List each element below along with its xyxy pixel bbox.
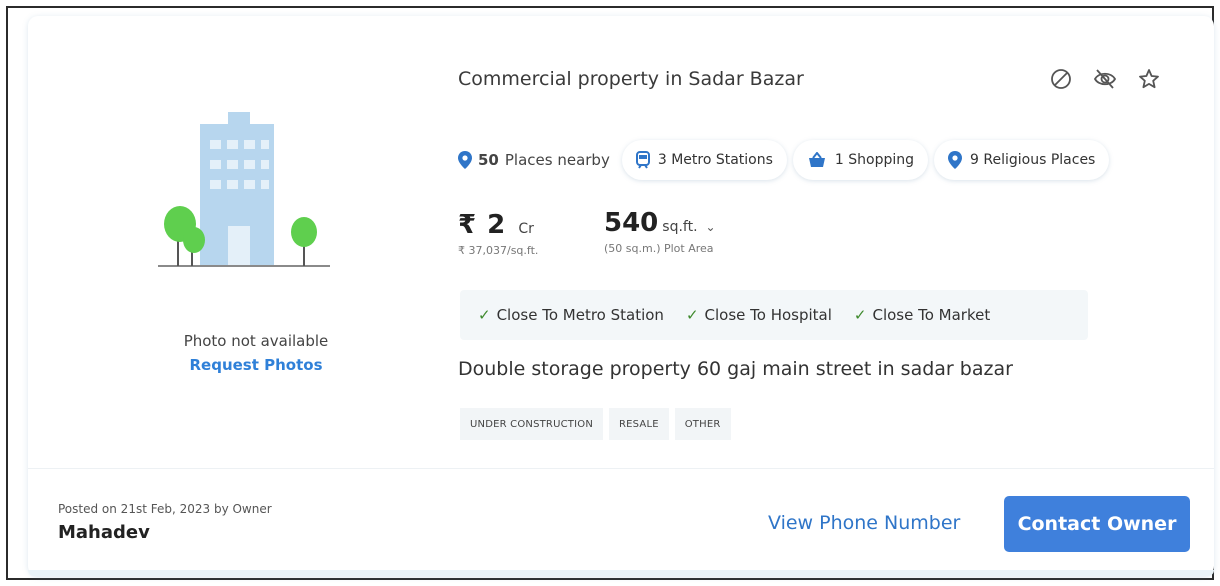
hide-icon[interactable] <box>1092 66 1118 92</box>
chip-shopping[interactable]: 1 Shopping <box>792 140 929 180</box>
currency-symbol: ₹ <box>458 210 477 240</box>
location-pin-icon <box>458 151 472 169</box>
area-unit: sq.ft. <box>662 219 698 235</box>
feature-label: Close To Metro Station <box>496 306 664 324</box>
request-photos-link[interactable]: Request Photos <box>152 356 360 374</box>
places-label: Places nearby <box>504 151 610 169</box>
screenshot-frame: Photo not available Request Photos Comme… <box>6 6 1214 580</box>
places-nearby-row: 50 Places nearby 3 Metro Stations 1 Shop… <box>458 140 1110 180</box>
chip-religious-places[interactable]: 9 Religious Places <box>934 140 1110 180</box>
photo-not-available-text: Photo not available <box>183 332 329 350</box>
property-card: Photo not available Request Photos Comme… <box>28 16 1214 576</box>
price-block: ₹ 2 Cr ₹ 37,037/sq.ft. <box>458 210 538 257</box>
check-icon: ✓ <box>685 306 699 324</box>
price-amount: 2 <box>487 210 506 240</box>
area-number: 540 <box>604 208 659 238</box>
price-per-sqft: ₹ 37,037/sq.ft. <box>458 244 539 257</box>
check-icon: ✓ <box>853 306 867 324</box>
area-block: 540 sq.ft. ⌄ (50 sq.m.) Plot Area <box>604 208 716 255</box>
listing-title: Commercial property in Sadar Bazar <box>458 68 804 90</box>
star-icon[interactable] <box>1136 66 1162 92</box>
plot-area-text: (50 sq.m.) Plot Area <box>604 242 714 255</box>
metro-icon <box>635 151 650 169</box>
tag: UNDER CONSTRUCTION <box>460 408 603 440</box>
check-icon: ✓ <box>478 306 491 324</box>
contact-owner-button[interactable]: Contact Owner <box>1004 496 1190 552</box>
shopping-icon <box>808 152 825 167</box>
feature-item: ✓ Close To Metro Station <box>478 306 664 324</box>
building-illustration-icon <box>148 104 338 274</box>
tag: RESALE <box>609 408 669 440</box>
listing-description: Double storage property 60 gaj main stre… <box>458 358 1013 380</box>
chip-metro-stations[interactable]: 3 Metro Stations <box>621 140 787 180</box>
tags-row: UNDER CONSTRUCTION RESALE OTHER <box>460 408 731 440</box>
chip-label: 3 Metro Stations <box>657 152 773 168</box>
chevron-down-icon[interactable]: ⌄ <box>706 220 716 234</box>
area-value: 540 sq.ft. ⌄ <box>604 208 716 238</box>
footer-divider <box>28 468 1214 469</box>
places-count: 50 <box>478 151 499 169</box>
chip-label: 1 Shopping <box>834 152 915 168</box>
places-nearby[interactable]: 50 Places nearby <box>458 151 610 169</box>
chip-label: 9 Religious Places <box>970 152 1096 168</box>
location-pin-icon <box>948 151 963 169</box>
feature-label: Close To Market <box>872 306 991 324</box>
owner-name: Mahadev <box>58 522 150 543</box>
listing-actions <box>1048 66 1162 92</box>
tag: OTHER <box>674 408 731 440</box>
posted-info: Posted on 21st Feb, 2023 by Owner <box>58 502 272 516</box>
price-unit: Cr <box>518 221 534 237</box>
feature-item: ✓ Close To Market <box>854 306 990 324</box>
feature-item: ✓ Close To Hospital <box>686 306 832 324</box>
card-bottom-edge <box>28 570 1214 576</box>
block-icon[interactable] <box>1048 66 1074 92</box>
price-value: ₹ 2 Cr <box>458 210 538 240</box>
view-phone-number-link[interactable]: View Phone Number <box>768 512 960 534</box>
feature-label: Close To Hospital <box>704 306 832 324</box>
features-strip: ✓ Close To Metro Station ✓ Close To Hosp… <box>460 290 1088 340</box>
